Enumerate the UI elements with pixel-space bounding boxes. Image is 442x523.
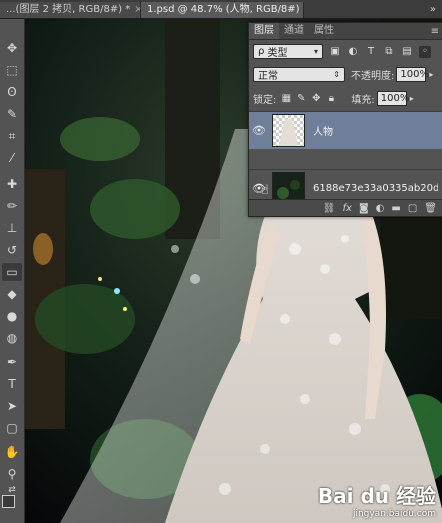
marquee-tool-icon[interactable]: ⬚ — [2, 61, 22, 79]
blend-mode-value: 正常 — [258, 71, 278, 82]
rectangle-tool-icon[interactable]: ▢ — [2, 419, 22, 437]
baidu-watermark: Bai du 经验 jingyan.baidu.com — [318, 480, 436, 519]
lasso-tool-icon[interactable]: ʘ — [2, 83, 22, 101]
opacity-label: 不透明度: — [351, 71, 395, 82]
eye-icon[interactable]: 👁︎ — [249, 124, 269, 137]
pen-tool-icon[interactable]: ✒ — [2, 353, 22, 371]
delete-layer-icon[interactable]: 🗑︎ — [424, 203, 437, 214]
layer-name: 6188e73e33a0335ab20df9... — [313, 183, 438, 194]
adjustment-layer-icon[interactable]: ◐ — [376, 203, 385, 214]
lock-pixels-icon[interactable]: ✎ — [295, 93, 307, 105]
document-tab-layer2-copy[interactable]: ...(图层 2 拷贝, RGB/8#) * × — [0, 2, 141, 18]
document-tab-label: ...(图层 2 拷贝, RGB/8#) * — [6, 4, 131, 15]
search-icon: ρ — [258, 46, 265, 57]
blend-row: 正常 ⇕ 不透明度: 100% ▸ — [249, 67, 442, 82]
layers-panel: 图层 通道 属性 ≡ ρ 类型 ▾ ▣ ◐ T ⧉ ▤ ◦ 正常 ⇕ 不透明度:… — [248, 22, 442, 217]
tab-layers[interactable]: 图层 — [249, 23, 279, 39]
watermark-url: jingyan.baidu.com — [352, 509, 436, 519]
lock-label: 锁定: — [253, 95, 277, 106]
type-filter-icon[interactable]: T — [365, 46, 377, 58]
panel-menu-icon[interactable]: ≡ — [431, 26, 442, 37]
filter-value: 类型 — [267, 48, 288, 59]
tools-panel: ✥ ⬚ ʘ ✎ ⌗ ⁄ ✚ ✏ ⊥ ↺ ▭ ◆ ● ◍ ✒ T ➤ ▢ ✋ ⚲ … — [0, 19, 25, 523]
panel-tabs: 图层 通道 属性 ≡ — [249, 23, 442, 40]
lock-transparency-icon[interactable]: ▦ — [280, 93, 292, 105]
add-mask-icon[interactable]: ◙ — [359, 203, 369, 214]
healing-brush-tool-icon[interactable]: ✚ — [2, 175, 22, 193]
tab-channels[interactable]: 通道 — [279, 23, 309, 39]
baidu-logo: Bai du 经验 — [317, 484, 436, 508]
blur-tool-icon[interactable]: ● — [2, 307, 22, 325]
lock-all-icon[interactable]: 🔒︎ — [325, 93, 337, 105]
smart-object-filter-icon[interactable]: ▤ — [401, 46, 413, 58]
paint-bucket-tool-icon[interactable]: ◆ — [2, 285, 22, 303]
type-tool-icon[interactable]: T — [2, 375, 22, 393]
blend-mode-dropdown[interactable]: 正常 ⇕ — [253, 67, 345, 82]
filter-toggle-icon[interactable]: ◦ — [419, 45, 431, 58]
lock-position-icon[interactable]: ✥ — [310, 93, 322, 105]
layer-style-fx-icon[interactable]: fx — [343, 203, 352, 214]
link-layers-icon[interactable]: ⛓ — [323, 203, 336, 214]
move-tool-icon[interactable]: ✥ — [2, 39, 22, 57]
eraser-tool-icon[interactable]: ▭ — [2, 263, 22, 281]
adjustment-filter-icon[interactable]: ◐ — [347, 46, 359, 58]
path-select-tool-icon[interactable]: ➤ — [2, 397, 22, 415]
image-filter-icon[interactable]: ▣ — [329, 46, 341, 58]
new-group-icon[interactable]: ▬ — [391, 203, 400, 214]
layer-row-person[interactable]: 👁︎ 人物 — [249, 111, 442, 149]
fill-label: 填充: — [351, 95, 375, 106]
quick-select-tool-icon[interactable]: ✎ — [2, 105, 22, 123]
layer-name: 人物 — [313, 127, 333, 138]
panel-bottom-bar: ⛓ fx ◙ ◐ ▬ ▢ 🗑︎ — [249, 199, 442, 216]
shape-filter-icon[interactable]: ⧉ — [383, 46, 395, 58]
lock-row: 锁定: ▦ ✎ ✥ 🔒︎ 填充: 100% ▸ — [249, 91, 442, 106]
history-brush-tool-icon[interactable]: ↺ — [2, 241, 22, 259]
layer-filter-dropdown[interactable]: ρ 类型 ▾ — [253, 44, 323, 59]
document-tab-bar: ...(图层 2 拷贝, RGB/8#) * × 1.psd @ 48.7% (… — [0, 0, 442, 19]
chevron-down-icon: ▾ — [313, 47, 318, 56]
layer-thumbnail — [272, 114, 305, 147]
double-chevron-icon: » — [429, 4, 436, 15]
hand-tool-icon[interactable]: ✋ — [2, 443, 22, 461]
chevron-down-icon: ⇕ — [333, 70, 340, 79]
foreground-color-swatch[interactable] — [2, 495, 15, 508]
new-layer-icon[interactable]: ▢ — [408, 203, 417, 214]
eyedropper-tool-icon[interactable]: ⁄ — [2, 149, 22, 167]
crop-tool-icon[interactable]: ⌗ — [2, 127, 22, 145]
clone-stamp-tool-icon[interactable]: ⊥ — [2, 219, 22, 237]
chevron-right-icon[interactable]: ▸ — [410, 94, 414, 103]
dodge-tool-icon[interactable]: ◍ — [2, 329, 22, 347]
document-tab-label: 1.psd @ 48.7% (人物, RGB/8#) * — [147, 4, 304, 15]
tabs-overflow-button[interactable]: » — [423, 2, 442, 18]
mouse-cursor-icon: ☝ — [261, 183, 269, 198]
opacity-input[interactable]: 100% — [396, 67, 429, 82]
tab-properties[interactable]: 属性 — [309, 23, 339, 39]
fill-input[interactable]: 100% — [376, 91, 409, 106]
brush-tool-icon[interactable]: ✏ — [2, 197, 22, 215]
document-tab-1psd[interactable]: 1.psd @ 48.7% (人物, RGB/8#) * × — [141, 2, 304, 18]
close-icon[interactable]: × — [134, 2, 140, 18]
filter-row: ρ 类型 ▾ ▣ ◐ T ⧉ ▤ ◦ — [249, 44, 442, 59]
chevron-right-icon[interactable]: ▸ — [429, 70, 433, 79]
